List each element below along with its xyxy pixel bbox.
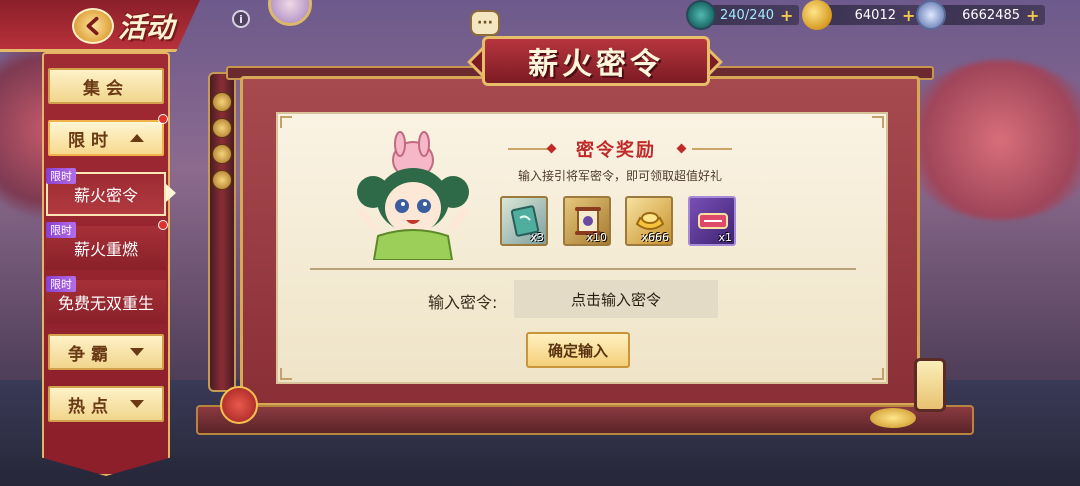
panel-title: 薪火密令: [482, 36, 710, 86]
reward-item[interactable]: x1: [688, 196, 736, 246]
lion-mascot-icon: [220, 386, 258, 424]
limited-badge: 限时: [46, 222, 76, 238]
sidebar-item-label: 薪火密令: [73, 186, 138, 205]
coin-value: 6662485: [962, 7, 1020, 23]
menu-gathering[interactable]: 集会: [48, 68, 164, 104]
menu-contend[interactable]: 争霸: [48, 334, 164, 370]
notification-dot: [158, 114, 168, 124]
stamina-value: 240/240: [720, 7, 775, 23]
item-count: x1: [718, 231, 732, 244]
title-line-ornament: [692, 148, 732, 150]
code-label: 输入密令:: [428, 293, 498, 312]
sidebar-item-label: 免费无双重生: [57, 294, 154, 313]
corner-ornament: [280, 368, 292, 380]
limited-badge: 限时: [46, 276, 76, 292]
menu-gathering-label: 集会: [83, 78, 129, 99]
add-gold-button[interactable]: +: [902, 6, 915, 25]
bead-icon: [212, 118, 232, 138]
code-input[interactable]: 点击输入密令: [514, 280, 718, 318]
chevron-up-icon: [130, 134, 144, 142]
stamina-resource: 240/240 +: [686, 0, 800, 30]
gold-resource: 64012 +: [802, 0, 922, 30]
gold-value: 64012: [854, 7, 896, 23]
bead-icon: [212, 92, 232, 112]
divider: [310, 268, 856, 270]
menu-hot-label: 热点: [68, 396, 114, 417]
limited-badge: 限时: [46, 168, 76, 184]
chevron-down-icon: [130, 348, 144, 356]
selected-indicator-icon: [166, 184, 176, 202]
info-icon[interactable]: i: [232, 10, 250, 28]
reward-title: 密令奖励: [576, 140, 656, 161]
menu-contend-label: 争霸: [68, 344, 114, 365]
reward-item[interactable]: x3: [500, 196, 548, 246]
menu-limited[interactable]: 限时: [48, 120, 164, 156]
coin-resource: 6662485 +: [916, 0, 1046, 30]
menu-hot[interactable]: 热点: [48, 386, 164, 422]
frame-base: [196, 405, 974, 435]
menu-limited-label: 限时: [68, 130, 114, 151]
chat-icon[interactable]: ···: [470, 10, 500, 36]
back-button[interactable]: [72, 8, 114, 44]
reward-item[interactable]: x666: [625, 196, 673, 246]
sidebar-item-label: 薪火重燃: [73, 240, 138, 259]
corner-ornament: [280, 116, 292, 128]
item-count: x10: [586, 231, 607, 244]
bead-decoration: [212, 92, 232, 190]
chevron-down-icon: [130, 400, 144, 408]
item-count: x3: [530, 231, 544, 244]
page-title: 活动: [118, 11, 175, 44]
gold-ingot-icon: [802, 0, 832, 30]
coin-icon: [916, 0, 946, 30]
add-stamina-button[interactable]: +: [780, 6, 793, 25]
back-arrow-icon: [86, 16, 99, 36]
notification-dot: [158, 220, 168, 230]
bead-icon: [212, 144, 232, 164]
bead-icon: [212, 170, 232, 190]
title-line-ornament: [508, 148, 548, 150]
lantern-icon: [914, 358, 946, 412]
avatar[interactable]: [268, 0, 312, 26]
add-coin-button[interactable]: +: [1026, 6, 1039, 25]
corner-ornament: [872, 116, 884, 128]
background-cherry-tree: [900, 60, 1080, 220]
stamina-icon: [686, 0, 716, 30]
reward-description: 输入接引将军密令，即可领取超值好礼: [517, 169, 722, 183]
reward-item[interactable]: x10: [563, 196, 611, 246]
general-character-illustration: [357, 131, 469, 260]
corner-ornament: [872, 368, 884, 380]
item-count: x666: [641, 231, 669, 244]
confirm-button[interactable]: 确定输入: [526, 332, 630, 368]
coins-icon: [870, 408, 916, 428]
